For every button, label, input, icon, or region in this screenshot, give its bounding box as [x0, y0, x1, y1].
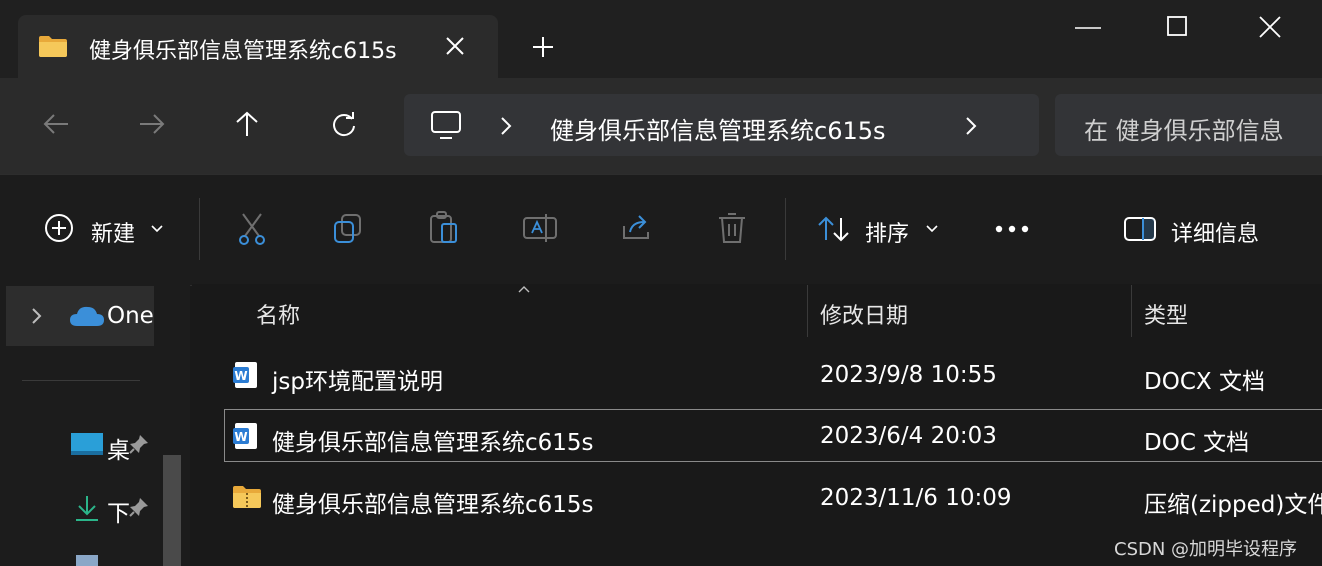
new-button[interactable]: 新建	[91, 216, 135, 248]
file-type: DOCX 文档	[1144, 369, 1265, 395]
close-window-icon[interactable]	[1259, 16, 1281, 38]
onedrive-cloud-icon	[69, 304, 105, 328]
pin-icon[interactable]	[128, 433, 150, 455]
folder-icon	[38, 34, 68, 58]
tab-title: 健身俱乐部信息管理系统c615s	[89, 39, 397, 64]
file-name[interactable]: 健身俱乐部信息管理系统c615s	[272, 423, 594, 457]
details-pane-icon[interactable]	[1123, 215, 1157, 243]
sort-ascending-icon	[517, 285, 531, 293]
file-name[interactable]: jsp环境配置说明	[272, 362, 443, 396]
refresh-icon[interactable]	[330, 111, 358, 139]
paste-icon[interactable]	[428, 210, 460, 246]
desktop-icon	[70, 432, 104, 458]
sort-button[interactable]: 排序	[865, 216, 909, 248]
file-modified: 2023/11/6 10:09	[820, 485, 1012, 511]
new-plus-icon[interactable]	[44, 213, 74, 243]
expand-chevron-icon[interactable]	[31, 307, 43, 325]
breadcrumb-chevron-icon[interactable]	[500, 116, 512, 136]
search-input[interactable]: 在 健身俱乐部信息	[1084, 111, 1284, 146]
maximize-icon[interactable]	[1167, 16, 1187, 36]
toolbar-divider	[199, 198, 200, 260]
computer-icon	[430, 110, 462, 140]
file-name[interactable]: 健身俱乐部信息管理系统c615s	[272, 485, 594, 519]
cut-icon[interactable]	[237, 212, 267, 246]
toolbar-divider	[785, 198, 786, 260]
breadcrumb-chevron-icon[interactable]	[965, 116, 977, 136]
share-icon[interactable]	[620, 212, 652, 242]
rename-icon[interactable]	[522, 212, 558, 244]
documents-icon	[76, 555, 98, 566]
file-modified: 2023/6/4 20:03	[820, 423, 997, 449]
file-type: DOC 文档	[1144, 430, 1250, 456]
downloads-icon	[74, 494, 100, 522]
file-type: 压缩(zipped)文件	[1144, 492, 1322, 518]
up-icon[interactable]	[234, 110, 260, 138]
chevron-down-icon[interactable]	[150, 224, 164, 234]
sort-icon[interactable]	[816, 214, 852, 244]
sidebar-divider	[22, 380, 140, 381]
breadcrumb-current[interactable]: 健身俱乐部信息管理系统c615s	[550, 111, 886, 146]
column-header-modified[interactable]: 修改日期	[820, 298, 908, 330]
sidebar-item-downloads[interactable]: 下	[107, 494, 130, 528]
close-tab-icon[interactable]	[444, 35, 466, 57]
column-header-type[interactable]: 类型	[1144, 298, 1188, 330]
back-icon[interactable]	[42, 112, 70, 136]
pin-icon[interactable]	[128, 496, 150, 518]
more-options-icon[interactable]	[994, 224, 1030, 234]
word-doc-icon: W	[232, 422, 260, 450]
column-header-name[interactable]: 名称	[256, 298, 300, 330]
details-button[interactable]: 详细信息	[1171, 216, 1259, 248]
chevron-down-icon[interactable]	[925, 224, 939, 234]
copy-icon[interactable]	[332, 212, 364, 244]
watermark: CSDN @加明毕设程序	[1114, 539, 1298, 560]
column-divider[interactable]	[807, 285, 808, 337]
minimize-icon[interactable]	[1075, 26, 1101, 30]
svg-text:W: W	[234, 369, 247, 383]
forward-icon[interactable]	[138, 112, 166, 136]
word-doc-icon: W	[232, 361, 260, 389]
sidebar-item-desktop[interactable]: 桌	[107, 431, 130, 465]
svg-text:W: W	[234, 430, 247, 444]
column-divider[interactable]	[1131, 285, 1132, 337]
delete-icon[interactable]	[717, 211, 747, 245]
sidebar-scrollbar[interactable]	[163, 455, 181, 566]
new-tab-icon[interactable]	[532, 36, 554, 58]
file-modified: 2023/9/8 10:55	[820, 362, 997, 388]
zip-folder-icon	[232, 484, 262, 510]
sidebar-item-label: One	[107, 303, 154, 329]
